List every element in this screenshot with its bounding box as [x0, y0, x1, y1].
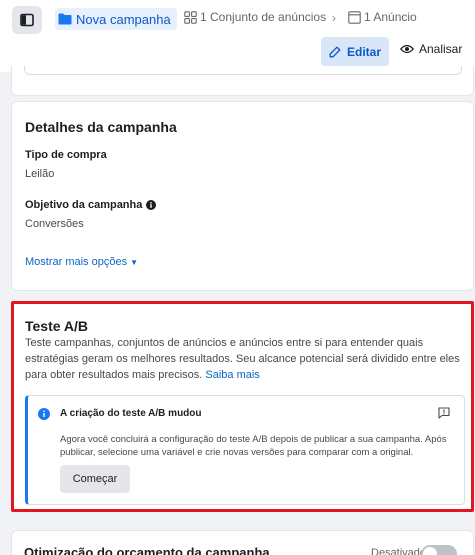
show-more-options-label: Mostrar mais opções: [25, 256, 128, 268]
show-more-options-link[interactable]: Mostrar mais opções ▼: [25, 256, 138, 268]
objective-value: Conversões: [25, 218, 84, 230]
budget-optimization-status: Desativado: [371, 547, 427, 555]
edit-button-label: Editar: [346, 44, 381, 59]
feedback-icon[interactable]: [438, 407, 450, 419]
sidebar-icon: [20, 13, 34, 27]
objective-label-text: Objetivo da campanha: [25, 199, 143, 211]
ab-test-notice: A criação do teste A/B mudou Agora você …: [25, 395, 465, 505]
toggle-knob: [423, 547, 437, 555]
campaign-details-card: Detalhes da campanha Tipo de compra Leil…: [11, 101, 474, 291]
notice-title: A criação do teste A/B mudou: [60, 408, 202, 419]
top-bar: Nova campanha › 1 Conjunto de anúncios ›…: [0, 0, 475, 72]
buy-type-label-text: Tipo de compra: [25, 149, 107, 161]
info-circle-icon: [38, 408, 50, 420]
folder-icon: [58, 13, 72, 25]
breadcrumb-campaign-label: Nova campanha: [76, 11, 171, 27]
ad-icon: [348, 10, 361, 24]
breadcrumb-ad[interactable]: 1 Anúncio: [348, 10, 417, 24]
chevron-right-icon: ›: [166, 11, 170, 25]
previous-section-card: [11, 66, 474, 96]
ab-test-description: Teste campanhas, conjuntos de anúncios e…: [25, 335, 465, 383]
budget-optimization-title: Otimização do orçamento da campanha: [24, 545, 270, 555]
budget-optimization-card: Otimização do orçamento da campanha Desa…: [11, 530, 474, 555]
eye-icon: [400, 44, 414, 54]
breadcrumb-ad-label: 1 Anúncio: [364, 10, 417, 24]
ab-test-card: Teste A/B Teste campanhas, conjuntos de …: [11, 301, 474, 512]
campaign-details-title: Detalhes da campanha: [25, 119, 177, 135]
objective-label: Objetivo da campanha: [25, 199, 157, 211]
panel-toggle-button[interactable]: [12, 6, 42, 34]
edit-button[interactable]: Editar: [321, 37, 389, 66]
learn-more-link[interactable]: Saiba mais: [205, 369, 259, 381]
review-button[interactable]: Analisar: [400, 42, 462, 56]
pencil-icon: [329, 46, 341, 57]
grid-icon: [184, 10, 197, 24]
breadcrumb-adset[interactable]: 1 Conjunto de anúncios: [184, 10, 326, 24]
info-icon[interactable]: [146, 200, 157, 210]
budget-optimization-toggle[interactable]: [421, 545, 457, 555]
caret-down-icon: ▼: [130, 257, 139, 267]
breadcrumb-campaign[interactable]: Nova campanha: [55, 8, 177, 30]
buy-type-value: Leilão: [25, 168, 55, 180]
previous-section-inner: [24, 66, 462, 75]
start-button[interactable]: Começar: [60, 465, 130, 493]
breadcrumb-adset-label: 1 Conjunto de anúncios: [200, 10, 327, 24]
buy-type-label: Tipo de compra: [25, 149, 107, 161]
notice-body: Agora você concluirá a configuração do t…: [60, 434, 447, 458]
review-button-label: Analisar: [419, 42, 463, 56]
chevron-right-icon: ›: [332, 11, 336, 25]
ab-test-title: Teste A/B: [25, 318, 89, 334]
